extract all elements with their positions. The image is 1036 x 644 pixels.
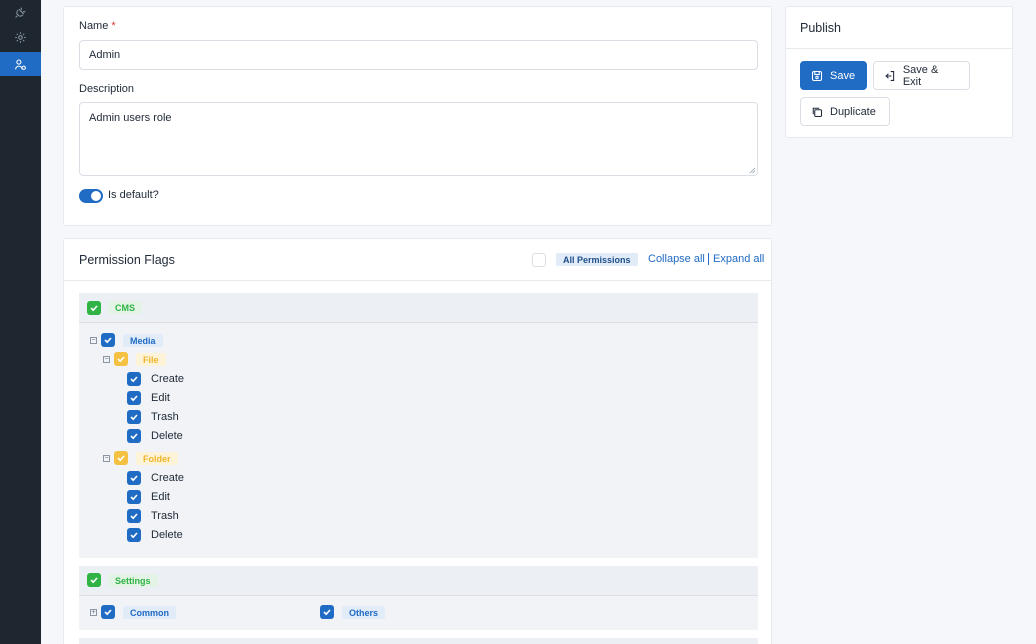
next-group-header xyxy=(79,638,758,644)
file-collapse-icon[interactable]: − xyxy=(103,356,110,363)
file-checkbox[interactable] xyxy=(114,352,128,366)
copy-icon xyxy=(812,107,823,117)
cms-group-header xyxy=(79,293,758,323)
description-textarea[interactable]: Admin users role xyxy=(79,102,758,176)
description-value: Admin users role xyxy=(89,112,172,124)
name-input-value: Admin xyxy=(89,49,121,61)
sidebar xyxy=(0,0,41,644)
file-create-checkbox[interactable] xyxy=(127,372,141,386)
name-input[interactable]: Admin xyxy=(79,40,758,70)
check-icon xyxy=(90,577,98,584)
is-default-label: Is default? xyxy=(108,189,159,201)
settings-badge: Settings xyxy=(108,574,158,587)
folder-trash-checkbox[interactable] xyxy=(127,509,141,523)
check-icon xyxy=(130,376,138,383)
expand-all-link[interactable]: Expand all xyxy=(713,253,764,265)
settings-group-header xyxy=(79,566,758,596)
resize-handle-icon[interactable] xyxy=(749,167,756,174)
file-delete-checkbox[interactable] xyxy=(127,429,141,443)
save-exit-button[interactable]: Save & Exit xyxy=(873,61,970,90)
check-icon xyxy=(104,609,112,616)
folder-trash-label: Trash xyxy=(151,510,179,522)
is-default-toggle[interactable] xyxy=(79,189,103,203)
folder-checkbox[interactable] xyxy=(114,451,128,465)
file-trash-label: Trash xyxy=(151,411,179,423)
check-icon xyxy=(323,609,331,616)
collapse-all-link[interactable]: Collapse all xyxy=(648,253,705,265)
file-delete-label: Delete xyxy=(151,430,183,442)
file-edit-label: Edit xyxy=(151,392,170,404)
common-badge: Common xyxy=(123,606,176,619)
users-icon[interactable] xyxy=(0,52,41,76)
check-icon xyxy=(130,433,138,440)
check-icon xyxy=(117,356,125,363)
check-icon xyxy=(130,532,138,539)
folder-create-checkbox[interactable] xyxy=(127,471,141,485)
save-exit-button-label: Save & Exit xyxy=(902,63,939,88)
name-label-text: Name xyxy=(79,20,109,32)
common-expand-icon[interactable]: + xyxy=(90,609,97,616)
folder-edit-label: Edit xyxy=(151,491,170,503)
check-icon xyxy=(130,395,138,402)
file-badge: File xyxy=(136,353,166,366)
permission-divider xyxy=(64,280,771,281)
cms-checkbox[interactable] xyxy=(87,301,101,315)
folder-delete-checkbox[interactable] xyxy=(127,528,141,542)
folder-collapse-icon[interactable]: − xyxy=(103,455,110,462)
settings-group: Settings + Common Others xyxy=(79,566,758,630)
media-checkbox[interactable] xyxy=(101,333,115,347)
folder-edit-checkbox[interactable] xyxy=(127,490,141,504)
description-label: Description xyxy=(79,83,135,95)
check-icon xyxy=(104,337,112,344)
folder-create-label: Create xyxy=(151,472,185,484)
publish-card: Publish Save Save & Exit Duplicate xyxy=(785,6,1013,138)
publish-divider xyxy=(786,48,1012,49)
publish-title: Publish xyxy=(800,21,841,35)
cms-group: CMS − Media − File Create Edit Trash Del… xyxy=(79,293,758,558)
save-button[interactable]: Save xyxy=(800,61,867,90)
check-icon xyxy=(130,494,138,501)
permission-flags-card: Permission Flags All Permissions Collaps… xyxy=(63,238,772,644)
link-separator xyxy=(708,253,709,265)
settings-checkbox[interactable] xyxy=(87,573,101,587)
permission-flags-title: Permission Flags xyxy=(79,253,175,267)
check-icon xyxy=(90,305,98,312)
duplicate-button[interactable]: Duplicate xyxy=(800,97,890,126)
check-icon xyxy=(130,414,138,421)
file-trash-checkbox[interactable] xyxy=(127,410,141,424)
check-icon xyxy=(130,513,138,520)
name-label: Name * xyxy=(79,20,116,32)
common-checkbox[interactable] xyxy=(101,605,115,619)
file-create-label: Create xyxy=(151,373,185,385)
plug-icon[interactable] xyxy=(0,0,41,24)
all-permissions-badge: All Permissions xyxy=(556,253,638,266)
save-icon xyxy=(811,70,823,81)
folder-delete-label: Delete xyxy=(151,529,183,541)
check-icon xyxy=(117,455,125,462)
save-button-label: Save xyxy=(830,69,856,82)
role-form-card: Name * Admin Description Admin users role… xyxy=(63,6,772,226)
media-collapse-icon[interactable]: − xyxy=(90,337,97,344)
all-permissions-checkbox[interactable] xyxy=(532,253,546,267)
file-edit-checkbox[interactable] xyxy=(127,391,141,405)
gear-icon[interactable] xyxy=(0,25,41,49)
cms-badge: CMS xyxy=(108,301,142,314)
required-marker: * xyxy=(111,20,116,32)
check-icon xyxy=(130,475,138,482)
others-checkbox[interactable] xyxy=(320,605,334,619)
others-badge: Others xyxy=(342,606,386,619)
duplicate-button-label: Duplicate xyxy=(830,105,876,118)
media-badge: Media xyxy=(123,334,163,347)
exit-icon xyxy=(885,70,895,81)
folder-badge: Folder xyxy=(136,452,178,465)
